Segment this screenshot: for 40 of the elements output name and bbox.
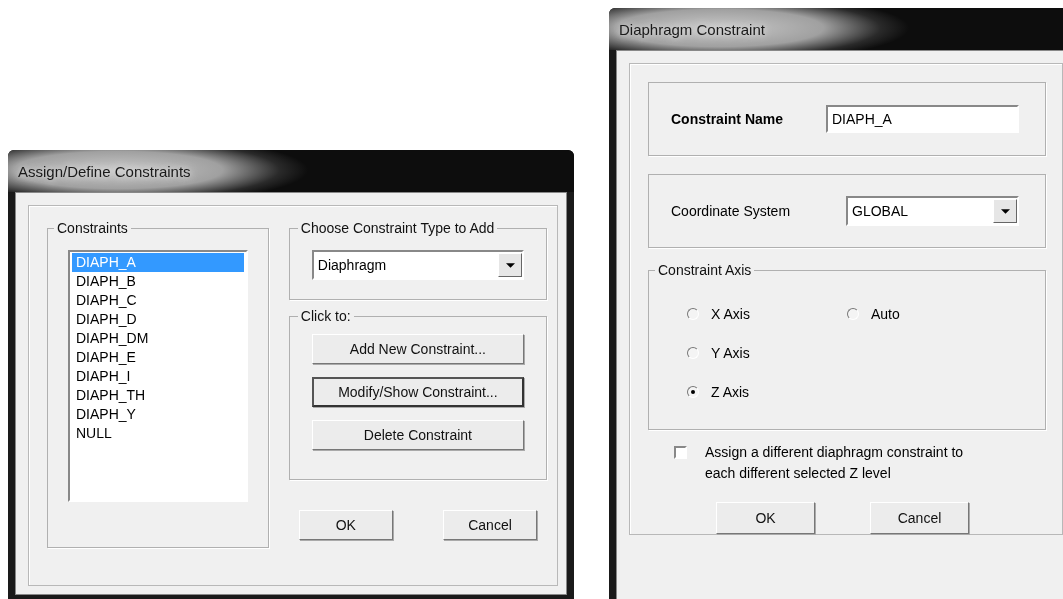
action-button[interactable]: Modify/Show Constraint... xyxy=(311,377,524,407)
list-item[interactable]: DIAPH_TH xyxy=(72,386,244,405)
caret-icon xyxy=(505,262,515,268)
radio-button[interactable] xyxy=(687,307,699,320)
action-button[interactable]: Add New Constraint... xyxy=(311,334,524,364)
list-item[interactable]: NULL xyxy=(72,424,244,443)
list-item[interactable]: DIAPH_D xyxy=(72,310,244,329)
radio-button[interactable] xyxy=(687,346,699,359)
window-title: Assign/Define Constraints xyxy=(18,162,191,180)
caret-icon xyxy=(1000,208,1010,214)
radio-label: X Axis xyxy=(711,305,750,322)
constraint-list[interactable]: DIAPH_A DIAPH_B DIAPH_C DIAPH_D DIAPH_DM DIAPH_E DIAPH_I DIAPH_TH DIAPH_Y NULL xyxy=(68,250,248,502)
list-item[interactable]: DIAPH_Y xyxy=(72,405,244,424)
list-item[interactable]: DIAPH_I xyxy=(72,367,244,386)
cancel-button[interactable]: Cancel xyxy=(443,510,537,540)
checkbox-label: Assign a different diaphragm constraint to each different selected Z level xyxy=(705,443,965,483)
radio-label: Y Axis xyxy=(711,344,750,361)
field-label: Coordinate System xyxy=(671,203,792,219)
radio-button[interactable] xyxy=(847,307,859,320)
group-label: Choose Constraint Type to Add xyxy=(299,220,496,236)
cancel-button[interactable]: Cancel xyxy=(870,502,969,534)
name-field[interactable]: DIAPH_A xyxy=(826,105,1019,133)
action-button[interactable]: Delete Constraint xyxy=(311,420,524,450)
group-label: Constraints xyxy=(56,220,129,236)
radio-button[interactable] xyxy=(687,385,699,398)
ok-button[interactable]: OK xyxy=(298,510,393,540)
list-item[interactable]: DIAPH_C xyxy=(72,291,244,310)
group-label: Click to: xyxy=(299,308,352,324)
radio-label: Auto xyxy=(871,305,900,322)
window-title: Diaphragm Constraint xyxy=(619,20,765,38)
coordinate-dropdown[interactable]: GLOBAL xyxy=(846,196,1019,226)
radio-label: Z Axis xyxy=(711,383,750,400)
list-item[interactable]: DIAPH_B xyxy=(72,272,244,291)
list-item[interactable]: DIAPH_DM xyxy=(72,329,244,348)
field-label: Constraint Name xyxy=(671,111,785,127)
group-label: Constraint Axis xyxy=(657,262,753,278)
checkbox[interactable] xyxy=(674,446,687,459)
ok-button[interactable]: OK xyxy=(716,502,815,534)
type-dropdown[interactable]: Diaphragm xyxy=(311,250,524,280)
list-item[interactable]: DIAPH_E xyxy=(72,348,244,367)
